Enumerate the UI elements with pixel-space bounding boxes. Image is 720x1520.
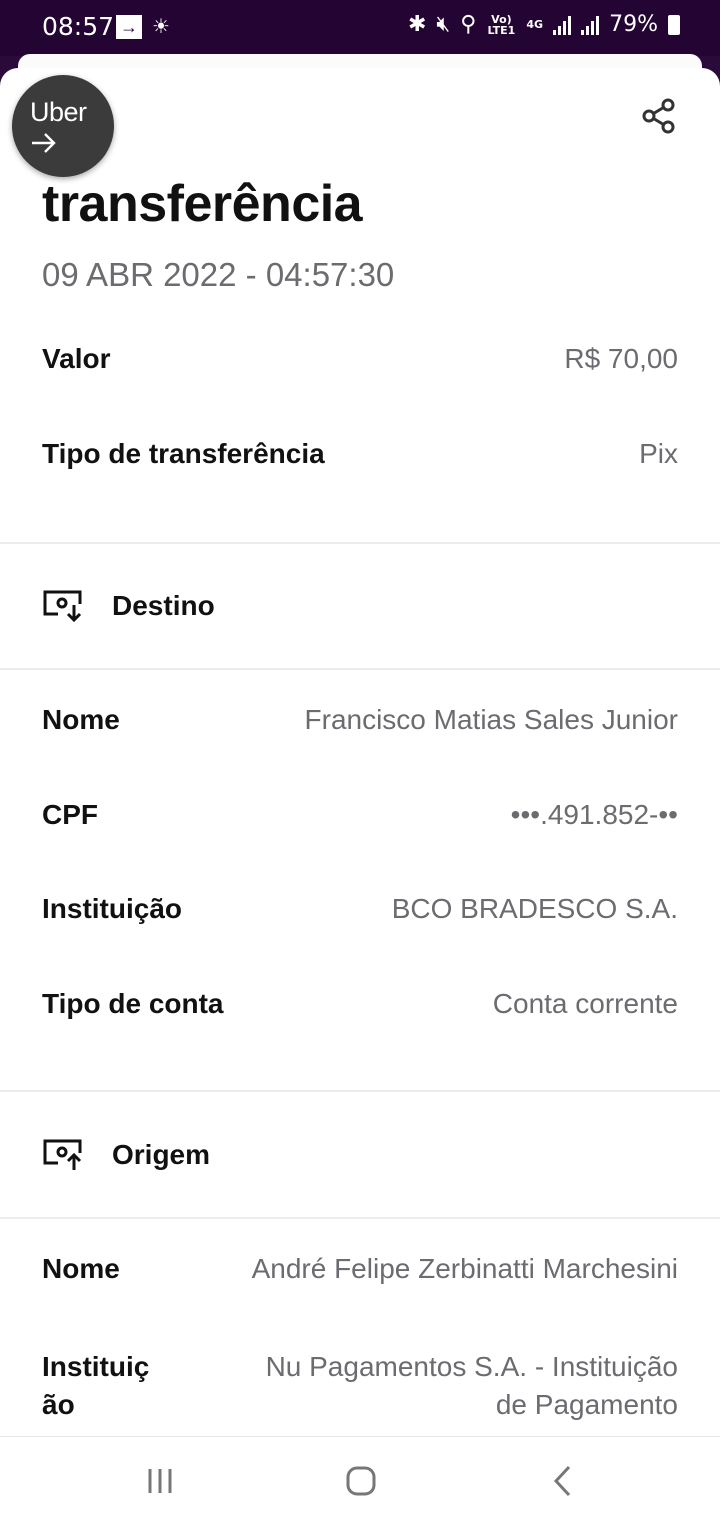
arrow-right-icon [32, 133, 56, 153]
network-type: 4G [526, 18, 544, 31]
field-label: Tipo de conta [42, 988, 224, 1019]
recent-apps-icon[interactable] [140, 1461, 180, 1501]
destino-institution-row: Instituição BCO BRADESCO S.A. [42, 893, 678, 925]
back-icon[interactable] [543, 1461, 583, 1501]
transfer-receipt-card: transferência 09 ABR 2022 - 04:57:30 Val… [0, 68, 720, 1520]
upload-screen-icon [43, 1139, 82, 1170]
field-label: Nome [42, 704, 120, 735]
origem-title: Origem [112, 1139, 211, 1170]
field-value: Conta corrente [492, 988, 678, 1019]
destino-cpf-row: CPF •••.491.852-•• [42, 799, 678, 831]
field-label: Nome [42, 1253, 120, 1284]
field-value: BCO BRADESCO S.A. [391, 893, 678, 924]
mute-icon: 🔇︎ [436, 12, 451, 37]
weather-icon: ☀ [152, 16, 170, 38]
transfer-datetime: 09 ABR 2022 - 04:57:30 [42, 256, 395, 293]
signal-icon [553, 15, 572, 35]
location-icon: ⚲ [460, 12, 477, 37]
home-icon[interactable] [341, 1461, 381, 1501]
origem-institution-row: Instituiç ão Nu Pagamentos S.A. - Instit… [42, 1348, 678, 1424]
transfer-type-value: Pix [639, 438, 678, 469]
status-bar: 08:57 → ☀ ✱ 🔇︎ ⚲ Vo) LTE1 4G 79% [0, 0, 720, 56]
field-value: André Felipe Zerbinatti Marchesini [251, 1253, 678, 1284]
transfer-type-label: Tipo de transferência [42, 438, 325, 469]
destino-name-row: Nome Francisco Matias Sales Junior [42, 704, 678, 736]
field-value: Nu Pagamentos S.A. - Instituição de Paga… [265, 1351, 678, 1420]
destino-account-type-row: Tipo de conta Conta corrente [42, 988, 678, 1020]
divider [0, 668, 720, 670]
share-icon[interactable] [640, 96, 680, 136]
uber-logo-text: Uber [30, 97, 87, 127]
divider [0, 1217, 720, 1219]
origem-name-row: Nome André Felipe Zerbinatti Marchesini [42, 1253, 678, 1285]
destino-title: Destino [112, 590, 215, 621]
page-title: transferência [42, 175, 363, 233]
volte-indicator: Vo) LTE1 [487, 12, 516, 37]
divider [0, 542, 720, 544]
system-nav-bar [0, 1436, 720, 1520]
amount-value: R$ 70,00 [564, 343, 678, 374]
field-label: Instituiç ão [42, 1351, 150, 1420]
download-screen-icon [43, 590, 82, 623]
origem-section-header: Origem [42, 1137, 210, 1173]
amount-row: Valor R$ 70,00 [42, 343, 678, 375]
cast-icon: → [116, 14, 142, 39]
amount-label: Valor [42, 343, 111, 374]
battery-percent: 79% [609, 12, 658, 37]
uber-floating-bubble[interactable]: Uber [12, 75, 114, 177]
field-label: Instituição [42, 893, 183, 924]
bluetooth-icon: ✱ [407, 12, 427, 37]
destino-section-header: Destino [42, 588, 215, 624]
field-label: CPF [42, 799, 98, 830]
signal-icon [581, 15, 600, 35]
divider [0, 1090, 720, 1092]
status-time: 08:57 [42, 12, 115, 41]
field-value: •••.491.852-•• [510, 799, 678, 830]
field-value: Francisco Matias Sales Junior [304, 704, 678, 735]
battery-icon [668, 14, 680, 35]
transfer-type-row: Tipo de transferência Pix [42, 438, 678, 470]
